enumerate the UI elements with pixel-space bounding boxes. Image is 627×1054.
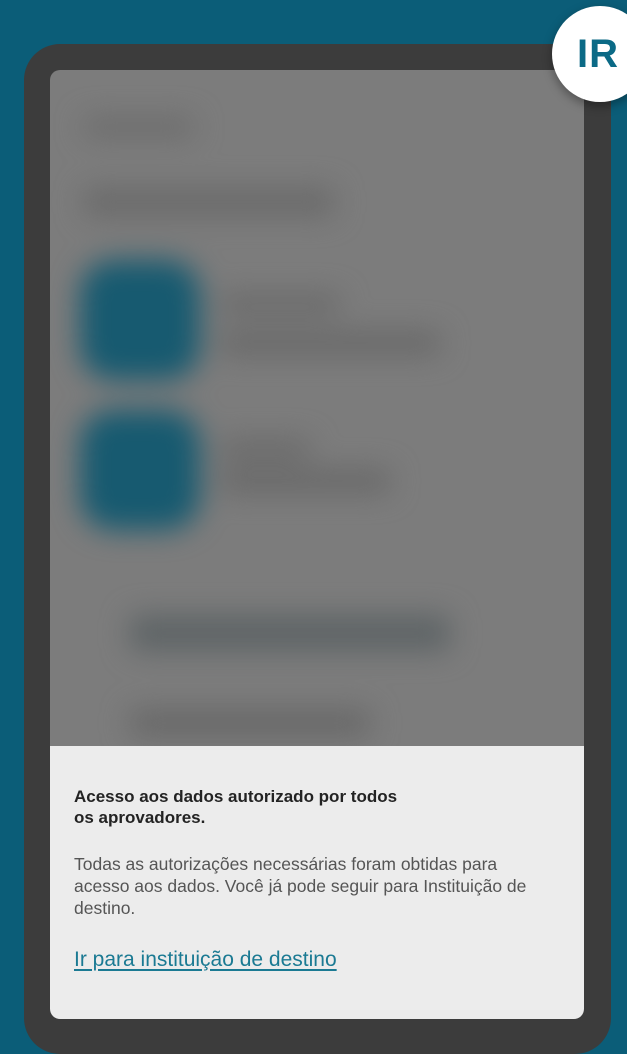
blurred-card-2-line-2 <box>220 470 390 492</box>
phone-screen: Acesso aos dados autorizado por todos os… <box>50 70 584 1019</box>
sheet-title: Acesso aos dados autorizado por todos os… <box>74 787 398 827</box>
blurred-bottom-line <box>130 710 370 736</box>
sheet-description: Todas as autorizações necessárias foram … <box>74 854 527 918</box>
bottom-sheet: Acesso aos dados autorizado por todos os… <box>50 746 584 1019</box>
badge-label: IR <box>577 32 619 76</box>
blurred-button-bar <box>130 615 450 651</box>
go-to-destination-link[interactable]: Ir para instituição de destino <box>74 947 337 973</box>
blurred-card-2 <box>80 410 200 530</box>
blurred-header-line <box>84 118 194 136</box>
blurred-card-2-line-1 <box>220 440 310 458</box>
blurred-card-1-line-1 <box>220 295 340 313</box>
blurred-card-1-line-2 <box>220 332 440 354</box>
blurred-title-line <box>84 188 334 216</box>
blurred-card-1 <box>80 260 200 380</box>
